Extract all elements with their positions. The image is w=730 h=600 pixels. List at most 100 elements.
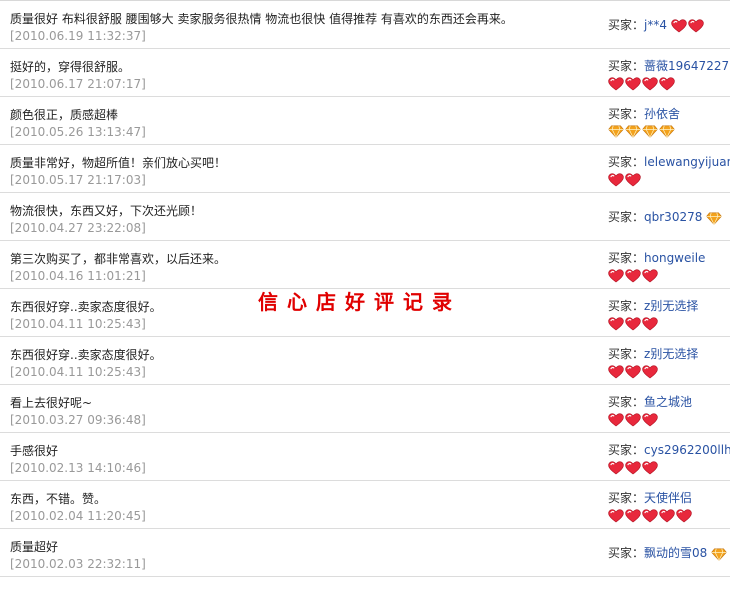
- heart-icon: [676, 508, 692, 522]
- buyer-info: 买家：z别无选择: [608, 298, 730, 331]
- review-comment: 质量非常好，物超所值！亲们放心买吧！: [10, 156, 227, 170]
- review-row: 挺好的，穿得很舒服。 [2010.06.17 21:07:17] 买家：蔷薇19…: [0, 49, 730, 97]
- heart-icon: [671, 19, 687, 33]
- heart-icon: [608, 76, 624, 90]
- review-comment: 东西，不错。赞。: [10, 492, 107, 506]
- buyer-credit-badges: [608, 267, 730, 283]
- heart-icon: [642, 316, 658, 330]
- buyer-credit-badges: [608, 315, 730, 331]
- review-row: 东西，不错。赞。 [2010.02.04 11:20:45] 买家：天使伴侣: [0, 481, 730, 529]
- buyer-info: 买家：lelewangyijuan: [608, 154, 730, 187]
- heart-icon: [642, 268, 658, 282]
- diamond-icon: [711, 548, 727, 561]
- review-row: 看上去很好呢~ [2010.03.27 09:36:48] 买家：鱼之城池: [0, 385, 730, 433]
- review-row: 颜色很正，质感超棒 [2010.05.26 13:13:47] 买家：孙依舍: [0, 97, 730, 145]
- heart-icon: [608, 460, 624, 474]
- review-date: [2010.02.03 22:32:11]: [10, 557, 146, 571]
- buyer-name-link[interactable]: 孙依舍: [644, 107, 680, 121]
- buyer-label: 买家：: [608, 299, 645, 313]
- heart-icon: [625, 76, 641, 90]
- heart-icon: [625, 316, 641, 330]
- buyer-label: 买家：: [608, 443, 645, 457]
- heart-icon: [625, 412, 641, 426]
- review-date: [2010.06.19 11:32:37]: [10, 29, 146, 43]
- review-row: 质量超好 [2010.02.03 22:32:11] 买家：飘动的雪08: [0, 529, 730, 577]
- buyer-credit-badges: [608, 411, 730, 427]
- review-comment: 手感很好: [10, 444, 59, 458]
- heart-icon: [625, 268, 641, 282]
- heart-icon: [625, 172, 641, 186]
- heart-icon: [642, 364, 658, 378]
- review-row: 第三次购买了，都非常喜欢，以后还来。 [2010.04.16 11:01:21]…: [0, 241, 730, 289]
- heart-icon: [608, 316, 624, 330]
- buyer-name-link[interactable]: 蔷薇19647227: [644, 59, 729, 73]
- buyer-label: 买家：: [608, 18, 645, 32]
- buyer-credit-badges: [706, 210, 723, 226]
- review-row: 东西很好穿..卖家态度很好。 [2010.04.11 10:25:43] 买家：…: [0, 337, 730, 385]
- review-date: [2010.04.27 23:22:08]: [10, 221, 146, 235]
- buyer-info: 买家：孙依舍: [608, 106, 730, 139]
- diamond-icon: [659, 125, 675, 138]
- heart-icon: [659, 508, 675, 522]
- heart-icon: [642, 76, 658, 90]
- buyer-credit-badges: [608, 459, 730, 475]
- review-comment: 质量很好 布料很舒服 腰围够大 卖家服务很热情 物流也很快 值得推荐 有喜欢的东…: [10, 12, 513, 26]
- buyer-label: 买家：: [608, 59, 645, 73]
- review-comment: 挺好的，穿得很舒服。: [10, 60, 131, 74]
- review-date: [2010.02.04 11:20:45]: [10, 509, 146, 523]
- buyer-info: 买家：天使伴侣: [608, 490, 730, 523]
- diamond-icon: [608, 125, 624, 138]
- review-date: [2010.04.11 10:25:43]: [10, 317, 146, 331]
- buyer-label: 买家：: [608, 210, 645, 224]
- review-comment: 物流很快，东西又好，下次还光顾！: [10, 204, 203, 218]
- review-date: [2010.05.26 13:13:47]: [10, 125, 146, 139]
- review-comment: 颜色很正，质感超棒: [10, 108, 119, 122]
- review-date: [2010.05.17 21:17:03]: [10, 173, 146, 187]
- heart-icon: [642, 460, 658, 474]
- buyer-info: 买家：cys2962200llh: [608, 442, 730, 475]
- heart-icon: [688, 19, 704, 33]
- buyer-credit-badges: [711, 546, 728, 562]
- review-row: 物流很快，东西又好，下次还光顾！ [2010.04.27 23:22:08] 买…: [0, 193, 730, 241]
- buyer-info: 买家：qbr30278: [608, 209, 730, 226]
- buyer-name-link[interactable]: 鱼之城池: [644, 395, 692, 409]
- buyer-label: 买家：: [608, 155, 645, 169]
- review-date: [2010.03.27 09:36:48]: [10, 413, 146, 427]
- buyer-label: 买家：: [608, 347, 645, 361]
- buyer-name-link[interactable]: qbr30278: [644, 210, 702, 224]
- buyer-name-link[interactable]: lelewangyijuan: [644, 155, 730, 169]
- diamond-icon: [625, 125, 641, 138]
- buyer-name-link[interactable]: 天使伴侣: [644, 491, 692, 505]
- buyer-label: 买家：: [608, 395, 645, 409]
- buyer-credit-badges: [608, 123, 730, 139]
- review-row: 质量很好 布料很舒服 腰围够大 卖家服务很热情 物流也很快 值得推荐 有喜欢的东…: [0, 1, 730, 49]
- buyer-info: 买家：飘动的雪08: [608, 545, 730, 562]
- heart-icon: [608, 268, 624, 282]
- buyer-name-link[interactable]: z别无选择: [644, 347, 698, 361]
- review-comment: 东西很好穿..卖家态度很好。: [10, 300, 162, 314]
- buyer-credit-badges: [608, 363, 730, 379]
- review-date: [2010.04.16 11:01:21]: [10, 269, 146, 283]
- heart-icon: [625, 460, 641, 474]
- buyer-label: 买家：: [608, 251, 645, 265]
- buyer-label: 买家：: [608, 546, 645, 560]
- watermark-title: 信心店好评记录: [258, 290, 461, 314]
- diamond-icon: [706, 212, 722, 225]
- buyer-info: 买家：鱼之城池: [608, 394, 730, 427]
- review-comment: 看上去很好呢~: [10, 396, 93, 410]
- buyer-info: 买家：蔷薇19647227: [608, 58, 730, 91]
- buyer-info: 买家：j**4: [608, 17, 730, 34]
- review-comment: 东西很好穿..卖家态度很好。: [10, 348, 162, 362]
- buyer-name-link[interactable]: j**4: [644, 18, 667, 32]
- buyer-name-link[interactable]: z别无选择: [644, 299, 698, 313]
- buyer-name-link[interactable]: cys2962200llh: [644, 443, 730, 457]
- heart-icon: [608, 364, 624, 378]
- heart-icon: [625, 508, 641, 522]
- buyer-name-link[interactable]: 飘动的雪08: [644, 546, 707, 560]
- review-row: 质量非常好，物超所值！亲们放心买吧！ [2010.05.17 21:17:03]…: [0, 145, 730, 193]
- buyer-info: 买家：hongweile: [608, 250, 730, 283]
- buyer-credit-badges: [671, 18, 705, 34]
- review-date: [2010.04.11 10:25:43]: [10, 365, 146, 379]
- buyer-name-link[interactable]: hongweile: [644, 251, 705, 265]
- heart-icon: [625, 364, 641, 378]
